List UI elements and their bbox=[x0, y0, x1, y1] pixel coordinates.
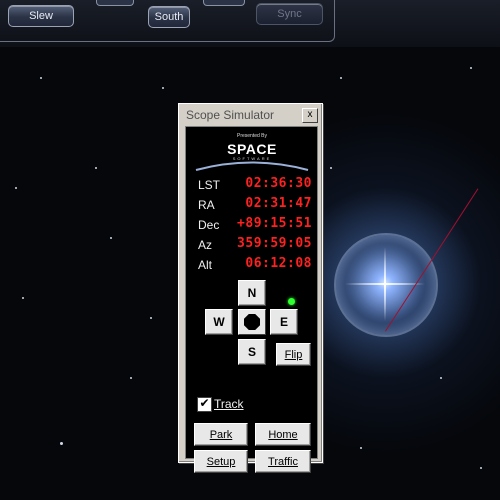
close-icon: x bbox=[307, 109, 313, 120]
logo-brand: SPACE bbox=[227, 141, 277, 157]
star bbox=[15, 187, 17, 189]
park-button[interactable]: Park bbox=[194, 423, 248, 446]
readout-row: LST 02:36:30 bbox=[198, 176, 316, 194]
star bbox=[360, 447, 362, 449]
south-button[interactable]: South bbox=[148, 6, 190, 28]
setup-button[interactable]: Setup bbox=[194, 450, 248, 473]
readout-row: Az 359:59:05 bbox=[198, 236, 316, 254]
readout-label: Alt bbox=[198, 258, 213, 272]
toolbar-button-stub[interactable] bbox=[203, 0, 245, 6]
star bbox=[330, 167, 332, 169]
close-button[interactable]: x bbox=[302, 108, 318, 123]
space-software-logo: Presented By SPACE SOFTWARE bbox=[194, 133, 310, 171]
sync-button[interactable]: Sync bbox=[256, 3, 323, 25]
readout-label: Dec bbox=[198, 218, 220, 232]
window-titlebar[interactable]: Scope Simulator x bbox=[181, 106, 320, 124]
traffic-button[interactable]: Traffic bbox=[255, 450, 311, 473]
checkmark-icon: ✔ bbox=[199, 396, 210, 410]
status-led-icon bbox=[288, 298, 295, 305]
readout-value: 359:59:05 bbox=[237, 236, 312, 251]
readout-row: Alt 06:12:08 bbox=[198, 256, 316, 274]
readout-value: 06:12:08 bbox=[245, 256, 312, 271]
readout-label: RA bbox=[198, 198, 215, 212]
home-button[interactable]: Home bbox=[255, 423, 311, 446]
star bbox=[22, 297, 24, 299]
star bbox=[150, 317, 152, 319]
stop-icon bbox=[244, 314, 260, 330]
slew-button[interactable]: Slew bbox=[8, 5, 74, 27]
star bbox=[440, 377, 442, 379]
logo-presented-by: Presented By bbox=[236, 133, 268, 139]
track-checkbox[interactable]: ✔ bbox=[197, 396, 212, 412]
star bbox=[40, 77, 42, 79]
track-label[interactable]: Track bbox=[214, 397, 244, 411]
flip-button[interactable]: Flip bbox=[276, 343, 311, 366]
star bbox=[60, 442, 63, 445]
control-panel: Presented By SPACE SOFTWARE LST 02:36:30… bbox=[185, 126, 318, 473]
east-button[interactable]: E bbox=[270, 309, 298, 335]
top-toolbar: Slew South Sync bbox=[0, 0, 500, 47]
star bbox=[130, 377, 132, 379]
logo-tagline: SOFTWARE bbox=[232, 156, 272, 161]
readout-row: Dec +89:15:51 bbox=[198, 216, 316, 234]
star-halo bbox=[334, 233, 438, 337]
west-button[interactable]: W bbox=[205, 309, 233, 335]
star bbox=[340, 77, 342, 79]
readout-value: +89:15:51 bbox=[237, 216, 312, 231]
toolbar-button-stub[interactable] bbox=[96, 0, 134, 6]
north-button[interactable]: N bbox=[238, 280, 266, 306]
readout-value: 02:36:30 bbox=[245, 176, 312, 191]
star bbox=[480, 467, 482, 469]
star bbox=[470, 67, 472, 69]
south-direction-button[interactable]: S bbox=[238, 339, 266, 365]
star bbox=[162, 87, 164, 89]
star bbox=[110, 237, 112, 239]
scope-simulator-window: Scope Simulator x Presented By SPACE SOF… bbox=[178, 103, 323, 473]
star-spike bbox=[384, 247, 386, 321]
window-title: Scope Simulator bbox=[186, 108, 275, 122]
readout-row: RA 02:31:47 bbox=[198, 196, 316, 214]
star bbox=[95, 167, 97, 169]
readout-label: Az bbox=[198, 238, 213, 252]
readout-label: LST bbox=[198, 178, 221, 192]
stop-button[interactable] bbox=[238, 309, 266, 335]
readout-value: 02:31:47 bbox=[245, 196, 312, 211]
